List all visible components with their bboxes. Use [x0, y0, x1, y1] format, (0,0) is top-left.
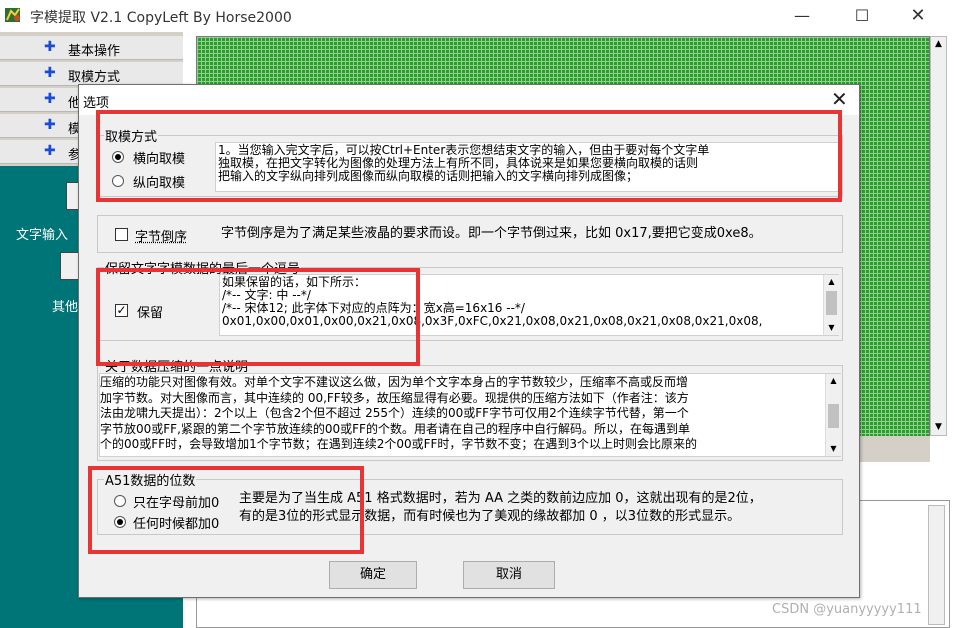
scroll-up-icon[interactable]: ▲: [824, 275, 839, 289]
compress-line: 字节放00或FF,紧跟的第二个字节放连续的00或FF的个数。用者请在自己的程序中…: [100, 421, 690, 436]
compress-line: 加字节数。对大图像而言，其中连续的 00,FF较多，故压缩显得有必要。现提供的压…: [100, 390, 689, 405]
annotation-box-keep: [96, 268, 420, 366]
annotation-box-mode: [96, 110, 842, 202]
scroll-down-icon[interactable]: ▼: [826, 442, 841, 456]
compress-line: 法由龙啸九天提出）：2个以上（包含2个但不超过 255个）连续的00或FF字节可…: [100, 406, 689, 420]
compress-line: 个的00或FF时，会导致增加1个字节数；在遇到连续2个00或FF时，字节数不变；…: [100, 437, 698, 451]
byte-reverse-label[interactable]: 字节倒序: [135, 226, 187, 245]
text-input-label: 文字输入: [16, 228, 69, 243]
scroll-thumb[interactable]: [826, 291, 837, 315]
menu-item-label: 取模方式: [68, 70, 121, 85]
expand-plus-icon: ✚: [44, 117, 56, 133]
watermark: CSDN @yuanyyyyy111: [772, 602, 922, 617]
compress-scrollbar[interactable]: ▲ ▼: [825, 374, 841, 456]
dialog-close-icon[interactable]: ✕: [831, 88, 848, 110]
expand-plus-icon: ✚: [44, 143, 56, 159]
app-title: 字模提取 V2.1 CopyLeft By Horse2000: [30, 10, 292, 26]
expand-plus-icon: ✚: [44, 91, 56, 107]
dialog-title: 选项: [83, 96, 110, 111]
maximize-button[interactable]: ☐: [840, 2, 884, 30]
cancel-button[interactable]: 取消: [463, 561, 555, 589]
scroll-down-icon[interactable]: ▼: [824, 321, 839, 335]
expand-plus-icon: ✚: [44, 39, 56, 55]
canvas-vertical-scrollbar[interactable]: ▲ ▼: [930, 36, 947, 436]
scroll-down-icon[interactable]: ▼: [931, 420, 946, 435]
menu-item-basic[interactable]: ✚ 基本操作: [0, 36, 183, 60]
other-label: 其他: [52, 300, 79, 315]
scroll-up-icon[interactable]: ▲: [931, 37, 946, 52]
app-horse-icon: [5, 8, 20, 22]
byte-reverse-description: 字节倒序是为了满足某些液晶的要求而设。即一个字节倒过来，比如 0x17,要把它变…: [221, 226, 762, 241]
byte-reverse-checkbox[interactable]: [115, 228, 128, 241]
keep-example-scrollbar[interactable]: ▲ ▼: [823, 275, 839, 335]
scroll-up-icon[interactable]: ▲: [826, 374, 841, 388]
menu-item-label: 基本操作: [68, 44, 121, 59]
minimize-button[interactable]: —: [780, 2, 824, 30]
annotation-box-a51: [88, 466, 364, 554]
expand-plus-icon: ✚: [44, 65, 56, 81]
output-scrollbar[interactable]: [928, 505, 945, 625]
ok-button[interactable]: 确定: [329, 561, 417, 589]
app-titlebar: 字模提取 V2.1 CopyLeft By Horse2000 — ☐ ✕: [0, 0, 954, 32]
compress-description-box[interactable]: 压缩的功能只对图像有效。对单个文字不建议这么做，因为单个文字本身占的字节数较少，…: [99, 373, 841, 457]
scroll-thumb[interactable]: [828, 404, 839, 428]
menu-item-mode[interactable]: ✚ 取模方式: [0, 62, 183, 86]
close-button[interactable]: ✕: [896, 2, 940, 30]
compress-line: 压缩的功能只对图像有效。对单个文字不建议这么做，因为单个文字本身占的字节数较少，…: [100, 375, 689, 389]
